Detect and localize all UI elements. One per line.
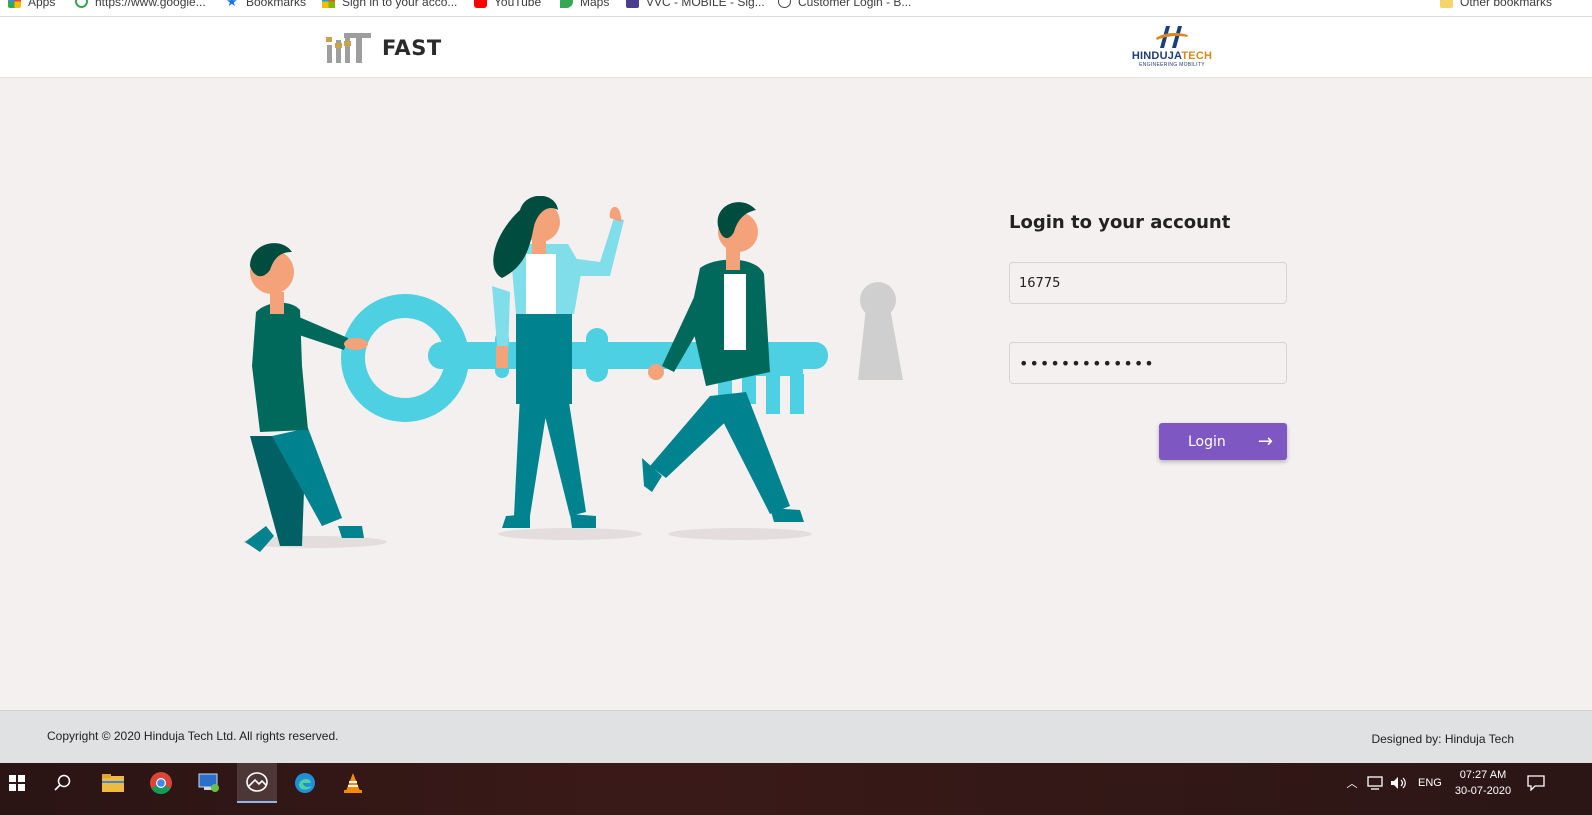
microsoft-icon bbox=[322, 0, 335, 8]
remote-desktop-icon bbox=[198, 773, 219, 792]
bookmark-label: YouTube bbox=[494, 0, 542, 9]
login-panel: Login to your account Login → bbox=[1009, 208, 1289, 460]
star-icon: ★ bbox=[226, 0, 238, 9]
action-center-button[interactable] bbox=[1516, 763, 1556, 803]
arrow-right-icon: → bbox=[1257, 431, 1273, 452]
partner-name-accent: TECH bbox=[1181, 50, 1213, 62]
other-bookmarks[interactable]: Other bookmarks bbox=[1440, 0, 1552, 10]
login-button-label: Login bbox=[1188, 433, 1226, 450]
taskbar-file-explorer[interactable] bbox=[93, 763, 133, 803]
bookmark-label: Sign in to your acco... bbox=[342, 0, 458, 9]
clock-time: 07:27 AM bbox=[1459, 769, 1507, 781]
youtube-icon bbox=[474, 0, 487, 8]
key-team-illustration bbox=[243, 196, 903, 552]
bookmark-label: Maps bbox=[580, 0, 610, 9]
bookmark-bookmarks[interactable]: ★ Bookmarks bbox=[226, 0, 306, 10]
other-bookmarks-label: Other bookmarks bbox=[1460, 0, 1553, 9]
taskbar-chrome[interactable] bbox=[141, 763, 181, 803]
bookmark-maps[interactable]: Maps bbox=[560, 0, 609, 10]
apps-grid-icon bbox=[8, 0, 21, 8]
app-brand[interactable]: FAST bbox=[326, 31, 442, 65]
chevron-up-icon[interactable]: ︿ bbox=[1345, 775, 1359, 791]
bookmark-customer-login[interactable]: Customer Login - B... bbox=[778, 0, 911, 10]
copyright-text: Copyright © 2020 Hinduja Tech Ltd. All r… bbox=[47, 729, 339, 743]
app-title: FAST bbox=[382, 36, 442, 60]
site-icon bbox=[626, 0, 639, 8]
network-icon[interactable] bbox=[1367, 776, 1385, 790]
taskbar-remote-desktop[interactable] bbox=[189, 763, 229, 803]
taskbar-clock[interactable]: 07:27 AM 30-07-2020 bbox=[1449, 767, 1517, 799]
password-field[interactable] bbox=[1009, 342, 1287, 384]
bookmark-apps[interactable]: Apps bbox=[8, 0, 55, 10]
bookmark-youtube[interactable]: YouTube bbox=[474, 0, 541, 10]
hinduja-logo-icon bbox=[1156, 26, 1188, 48]
bookmark-vvc[interactable]: VVC - MOBILE - Sig... bbox=[626, 0, 765, 10]
login-button[interactable]: Login → bbox=[1159, 423, 1287, 460]
keyhole-icon bbox=[858, 282, 903, 380]
taskbar-vlc[interactable] bbox=[333, 763, 373, 803]
bookmark-google[interactable]: https://www.google... bbox=[75, 0, 206, 10]
fast-logo-icon bbox=[326, 33, 371, 63]
windows-taskbar: ︿ ENG 07:27 AM 30-07-2020 bbox=[0, 763, 1592, 815]
search-button[interactable] bbox=[43, 763, 83, 803]
main-content: Login to your account Login → bbox=[0, 78, 1592, 710]
maps-pin-icon bbox=[560, 0, 573, 8]
vlc-icon bbox=[344, 773, 362, 793]
page-footer: Copyright © 2020 Hinduja Tech Ltd. All r… bbox=[0, 710, 1592, 763]
google-icon bbox=[75, 0, 88, 8]
clock-date: 30-07-2020 bbox=[1454, 785, 1512, 797]
volume-icon[interactable] bbox=[1390, 776, 1408, 790]
bookmark-microsoft[interactable]: Sign in to your acco... bbox=[322, 0, 457, 10]
bookmark-label: https://www.google... bbox=[95, 0, 206, 9]
system-tray: ︿ ENG bbox=[1345, 763, 1442, 803]
bookmark-label: VVC - MOBILE - Sig... bbox=[646, 0, 765, 9]
globe-icon bbox=[778, 0, 791, 8]
start-button[interactable] bbox=[0, 763, 37, 803]
language-indicator[interactable]: ENG bbox=[1418, 777, 1442, 789]
partner-tagline: ENGINEERING MOBILITY bbox=[1139, 62, 1205, 68]
taskbar-edge[interactable] bbox=[285, 763, 325, 803]
bookmark-label: Apps bbox=[28, 0, 56, 9]
file-explorer-icon bbox=[102, 774, 124, 792]
app-header: FAST HINDUJATECH ENGINEERING MOBILITY bbox=[0, 18, 1592, 78]
partner-name-main: HINDUJA bbox=[1131, 50, 1182, 62]
taskbar-photos[interactable] bbox=[237, 763, 277, 803]
login-title: Login to your account bbox=[1009, 212, 1231, 233]
username-field[interactable] bbox=[1009, 262, 1287, 304]
windows-icon bbox=[9, 775, 25, 791]
photos-icon bbox=[246, 772, 268, 792]
partner-logo: HINDUJATECH ENGINEERING MOBILITY bbox=[1124, 24, 1220, 72]
folder-icon bbox=[1440, 0, 1453, 8]
edge-icon bbox=[295, 773, 315, 793]
notification-icon bbox=[1527, 775, 1545, 791]
partner-name: HINDUJATECH bbox=[1124, 50, 1220, 62]
bookmark-label: Bookmarks bbox=[246, 0, 307, 9]
search-icon bbox=[54, 774, 71, 791]
chrome-icon bbox=[150, 772, 172, 794]
bookmark-label: Customer Login - B... bbox=[798, 0, 912, 9]
designed-by-text: Designed by: Hinduja Tech bbox=[1371, 732, 1514, 746]
person-left bbox=[245, 243, 368, 552]
bookmarks-bar: Apps https://www.google... ★ Bookmarks S… bbox=[0, 0, 1592, 17]
